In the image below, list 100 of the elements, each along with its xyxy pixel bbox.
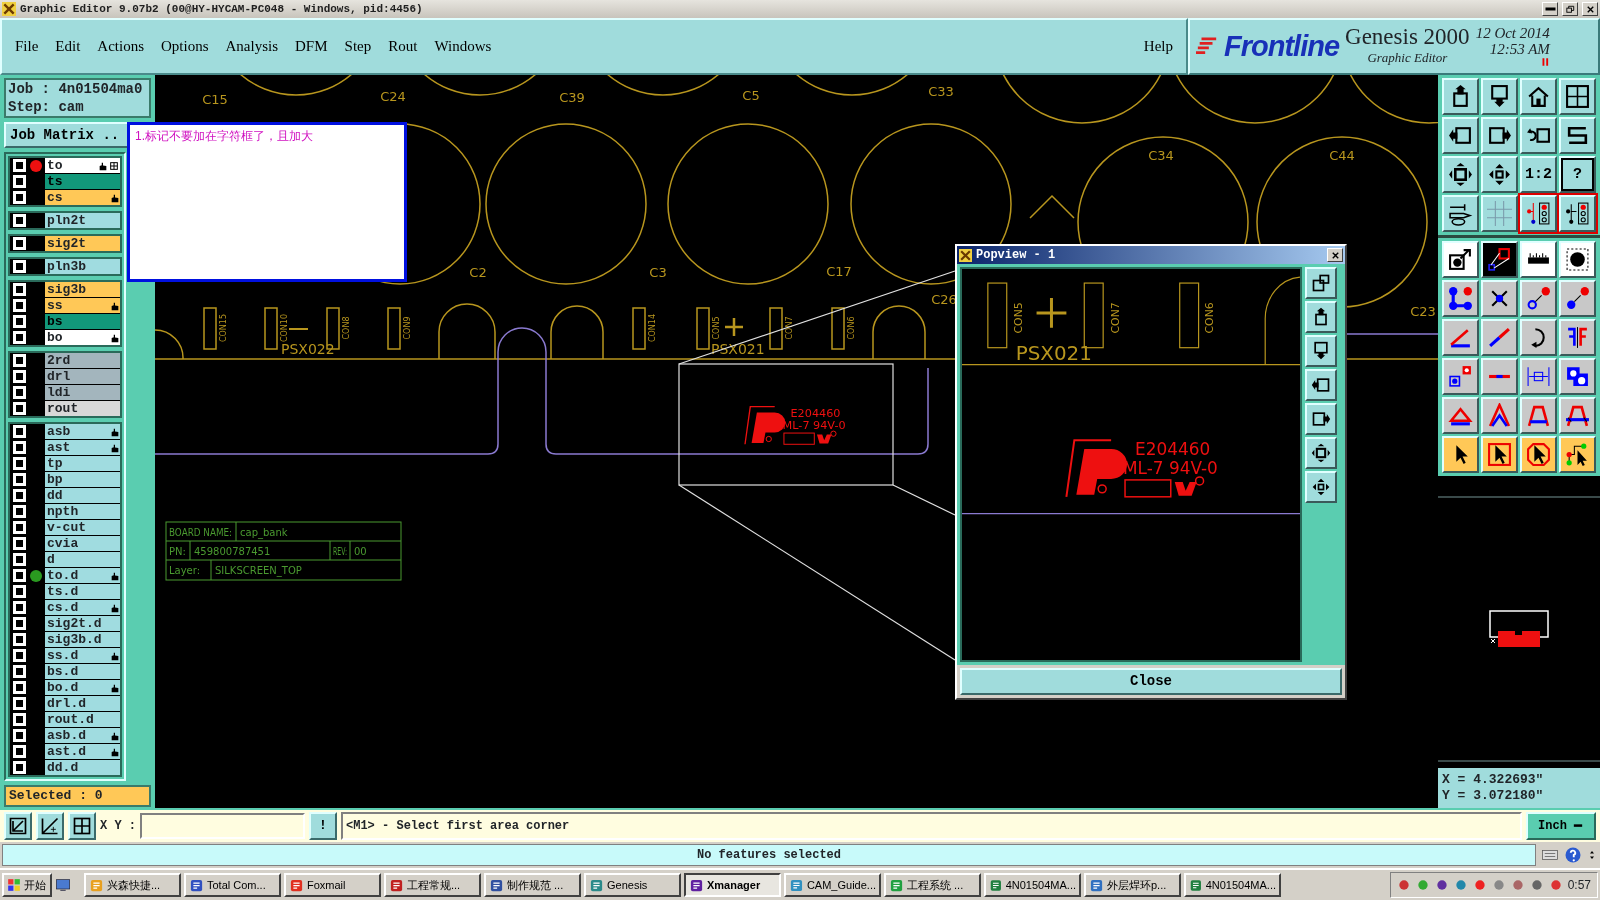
- layer-checkbox[interactable]: [13, 489, 26, 502]
- tool-button[interactable]: [1305, 437, 1337, 469]
- layer-checkbox[interactable]: [13, 425, 26, 438]
- tool-button[interactable]: [1520, 117, 1557, 154]
- menu-item[interactable]: Rout: [387, 35, 419, 58]
- tool-button[interactable]: [36, 812, 64, 840]
- layer-checkbox[interactable]: [13, 370, 26, 383]
- layer-checkbox[interactable]: [13, 569, 26, 582]
- layer-item[interactable]: rout.d: [45, 712, 120, 727]
- tool-button[interactable]: [1481, 156, 1518, 193]
- layer-item[interactable]: rout: [45, 401, 120, 416]
- menu-item[interactable]: File: [14, 35, 40, 58]
- start-button[interactable]: 开始: [2, 873, 52, 897]
- taskbar-button[interactable]: 兴森快捷...: [84, 873, 181, 897]
- layer-checkbox[interactable]: [13, 633, 26, 646]
- layer-item[interactable]: bs.d: [45, 664, 120, 679]
- tool-button[interactable]: [1305, 403, 1337, 435]
- tool-button[interactable]: [1442, 241, 1479, 278]
- tool-button[interactable]: [68, 812, 96, 840]
- layer-item[interactable]: cs: [45, 190, 120, 205]
- tool-button[interactable]: [1520, 397, 1557, 434]
- restore-button[interactable]: [1562, 2, 1578, 16]
- menu-item[interactable]: Options: [160, 35, 210, 58]
- tool-button[interactable]: 1:2: [1520, 156, 1557, 193]
- layer-item[interactable]: bp: [45, 472, 120, 487]
- tool-button[interactable]: [1520, 241, 1557, 278]
- tool-button[interactable]: [1442, 397, 1479, 434]
- layer-checkbox[interactable]: [13, 315, 26, 328]
- tool-button[interactable]: [4, 812, 32, 840]
- layer-checkbox[interactable]: [13, 553, 26, 566]
- tool-button[interactable]: [1520, 78, 1557, 115]
- taskbar-button[interactable]: CAM_Guide...: [784, 873, 881, 897]
- layer-checkbox[interactable]: [13, 713, 26, 726]
- layer-item[interactable]: ts: [45, 174, 120, 189]
- layer-checkbox[interactable]: [13, 761, 26, 774]
- layer-checkbox[interactable]: [13, 697, 26, 710]
- layer-checkbox[interactable]: [13, 649, 26, 662]
- layer-checkbox[interactable]: [13, 745, 26, 758]
- close-button[interactable]: Close: [960, 668, 1342, 695]
- layer-checkbox[interactable]: [13, 214, 26, 227]
- coordinate-field[interactable]: [140, 813, 305, 839]
- tool-button[interactable]: [1481, 397, 1518, 434]
- menu-item[interactable]: Windows: [433, 35, 493, 58]
- layer-checkbox[interactable]: [13, 665, 26, 678]
- layer-item[interactable]: asb: [45, 424, 120, 439]
- layer-item[interactable]: bs: [45, 314, 120, 329]
- tool-button[interactable]: [1520, 358, 1557, 395]
- layer-item[interactable]: drl: [45, 369, 120, 384]
- layer-item[interactable]: asb.d: [45, 728, 120, 743]
- layer-checkbox[interactable]: [13, 537, 26, 550]
- tool-button[interactable]: [1305, 335, 1337, 367]
- layer-item[interactable]: sig3b: [45, 282, 120, 297]
- tool-button[interactable]: [1442, 319, 1479, 356]
- tool-button[interactable]: [1520, 436, 1557, 473]
- layer-item[interactable]: ts.d: [45, 584, 120, 599]
- layer-checkbox[interactable]: [13, 175, 26, 188]
- layer-checkbox[interactable]: [13, 585, 26, 598]
- tool-button[interactable]: [1481, 195, 1518, 232]
- tool-button[interactable]: [1559, 397, 1596, 434]
- tool-button[interactable]: ?: [1559, 156, 1596, 193]
- tool-button[interactable]: [1559, 195, 1596, 232]
- layer-checkbox[interactable]: [13, 283, 26, 296]
- layer-item[interactable]: cs.d: [45, 600, 120, 615]
- tool-button[interactable]: [1442, 358, 1479, 395]
- tool-button[interactable]: [1442, 280, 1479, 317]
- layer-item[interactable]: dd.d: [45, 760, 120, 775]
- tool-button[interactable]: [1442, 195, 1479, 232]
- layer-item[interactable]: bo.d: [45, 680, 120, 695]
- tool-button[interactable]: [1559, 319, 1596, 356]
- layer-checkbox[interactable]: [13, 354, 26, 367]
- tool-button[interactable]: [1520, 280, 1557, 317]
- layer-item[interactable]: ss.d: [45, 648, 120, 663]
- taskbar-button[interactable]: Foxmail: [284, 873, 381, 897]
- tool-button[interactable]: [1481, 78, 1518, 115]
- tool-button[interactable]: [1305, 301, 1337, 333]
- layer-item[interactable]: cvia: [45, 536, 120, 551]
- layer-item[interactable]: to.d: [45, 568, 120, 583]
- tool-button[interactable]: [1442, 78, 1479, 115]
- layer-item[interactable]: ldi: [45, 385, 120, 400]
- layer-item[interactable]: ast.d: [45, 744, 120, 759]
- layer-item[interactable]: ast: [45, 440, 120, 455]
- layer-checkbox[interactable]: [13, 331, 26, 344]
- layer-checkbox[interactable]: [13, 505, 26, 518]
- tool-button[interactable]: [1559, 241, 1596, 278]
- layer-item[interactable]: v-cut: [45, 520, 120, 535]
- layer-item[interactable]: ss: [45, 298, 120, 313]
- layer-checkbox[interactable]: [13, 402, 26, 415]
- taskbar-button[interactable]: 工程系统 ...: [884, 873, 981, 897]
- tool-button[interactable]: [1305, 267, 1337, 299]
- layer-item[interactable]: d: [45, 552, 120, 567]
- layer-item[interactable]: drl.d: [45, 696, 120, 711]
- layer-checkbox[interactable]: [13, 681, 26, 694]
- tool-button[interactable]: [1305, 471, 1337, 503]
- layer-checkbox[interactable]: [13, 617, 26, 630]
- layer-item[interactable]: sig3b.d: [45, 632, 120, 647]
- tool-button[interactable]: [1481, 117, 1518, 154]
- tool-button[interactable]: [1481, 280, 1518, 317]
- layer-checkbox[interactable]: [13, 299, 26, 312]
- menu-item[interactable]: Actions: [96, 35, 145, 58]
- tool-button[interactable]: [1305, 369, 1337, 401]
